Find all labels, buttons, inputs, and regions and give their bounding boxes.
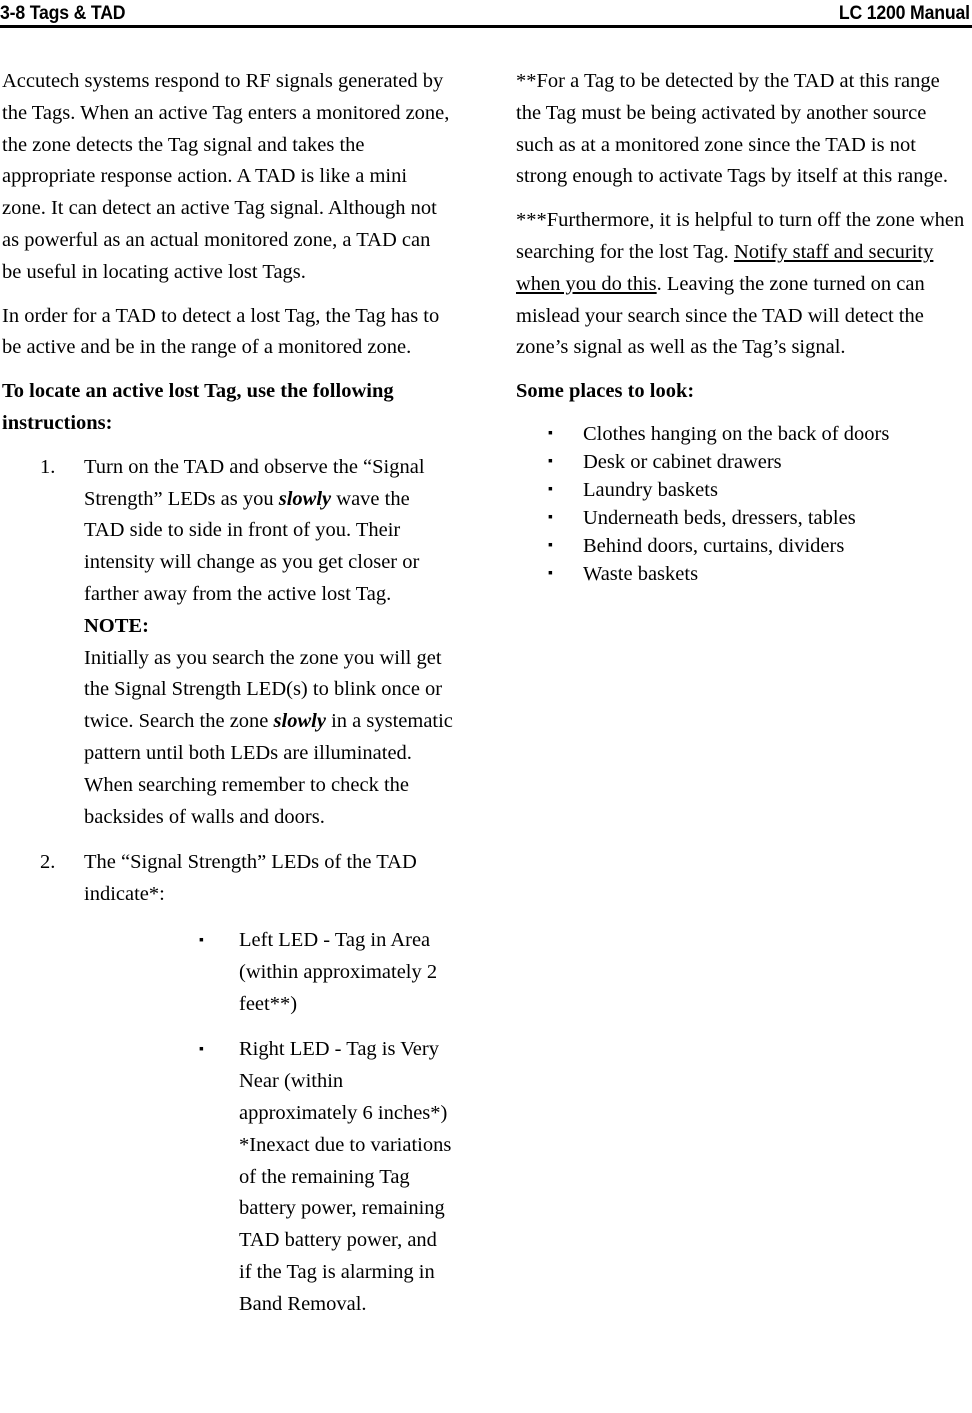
place-label: Underneath beds, dressers, tables: [583, 506, 856, 529]
square-bullet-icon: ▪: [548, 453, 553, 469]
step-1-number: 1.: [40, 455, 56, 478]
square-bullet-icon: ▪: [199, 932, 204, 948]
place-label: Behind doors, curtains, dividers: [583, 534, 845, 557]
step-1-note-emphasis-slowly: slowly: [273, 710, 326, 733]
footnote-triple-asterisk: ***Furthermore, it is helpful to turn of…: [516, 205, 968, 364]
left-led-text: Left LED - Tag in Area (within approxima…: [239, 928, 438, 1015]
right-led-text: Right LED - Tag is Very Near (within app…: [239, 1038, 448, 1124]
square-bullet-icon: ▪: [548, 481, 553, 497]
square-bullet-icon: ▪: [199, 1042, 204, 1058]
led-indication-list: ▪ Left LED - Tag in Area (within approxi…: [84, 925, 454, 1321]
list-item: ▪ Underneath beds, dressers, tables: [516, 504, 968, 532]
page-body: Accutech systems respond to RF signals g…: [0, 66, 972, 1320]
list-item: ▪ Clothes hanging on the back of doors: [516, 420, 968, 448]
header-row: 3-8 Tags & TAD LC 1200 Manual: [0, 0, 972, 24]
square-bullet-icon: ▪: [548, 425, 553, 441]
places-to-look-list: ▪ Clothes hanging on the back of doors ▪…: [516, 420, 968, 588]
instruction-step-2: 2. The “Signal Strength” LEDs of the TAD…: [2, 847, 454, 1320]
square-bullet-icon: ▪: [548, 565, 553, 581]
right-column: **For a Tag to be detected by the TAD at…: [516, 66, 968, 1320]
place-label: Waste baskets: [583, 562, 699, 585]
place-label: Laundry baskets: [583, 478, 718, 501]
square-bullet-icon: ▪: [548, 537, 553, 553]
instruction-step-1: 1. Turn on the TAD and observe the “Sign…: [2, 452, 454, 834]
list-item: ▪ Desk or cabinet drawers: [516, 448, 968, 476]
step-1-emphasis-slowly: slowly: [278, 487, 332, 510]
step-1-note-label: NOTE:: [84, 614, 149, 637]
list-item: ▪ Laundry baskets: [516, 476, 968, 504]
heading-some-places-to-look: Some places to look:: [516, 380, 695, 403]
list-item: ▪ Behind doors, curtains, dividers: [516, 532, 968, 560]
page-header: 3-8 Tags & TAD LC 1200 Manual: [0, 0, 972, 28]
header-rule: [0, 25, 972, 28]
header-left-title: 3-8 Tags & TAD: [0, 3, 126, 24]
left-column: Accutech systems respond to RF signals g…: [2, 66, 454, 1320]
header-right-title: LC 1200 Manual: [839, 3, 970, 24]
list-item-left-led: ▪ Left LED - Tag in Area (within approxi…: [84, 925, 454, 1020]
heading-locate-active-lost-tag: To locate an active lost Tag, use the fo…: [2, 380, 394, 434]
square-bullet-icon: ▪: [548, 509, 553, 525]
step-2-text: The “Signal Strength” LEDs of the TAD in…: [84, 851, 417, 906]
instruction-list: 1. Turn on the TAD and observe the “Sign…: [2, 452, 454, 1321]
place-label: Desk or cabinet drawers: [583, 450, 782, 473]
right-led-footnote: *Inexact due to variations of the remain…: [239, 1133, 452, 1315]
paragraph-tad-detect-range: In order for a TAD to detect a lost Tag,…: [2, 304, 440, 359]
footnote-double-asterisk: **For a Tag to be detected by the TAD at…: [516, 70, 949, 188]
list-item-right-led: ▪ Right LED - Tag is Very Near (within a…: [84, 1034, 454, 1320]
list-item: ▪ Waste baskets: [516, 560, 968, 588]
step-2-number: 2.: [40, 851, 56, 874]
paragraph-accutech-systems: Accutech systems respond to RF signals g…: [2, 70, 450, 283]
place-label: Clothes hanging on the back of doors: [583, 422, 890, 445]
